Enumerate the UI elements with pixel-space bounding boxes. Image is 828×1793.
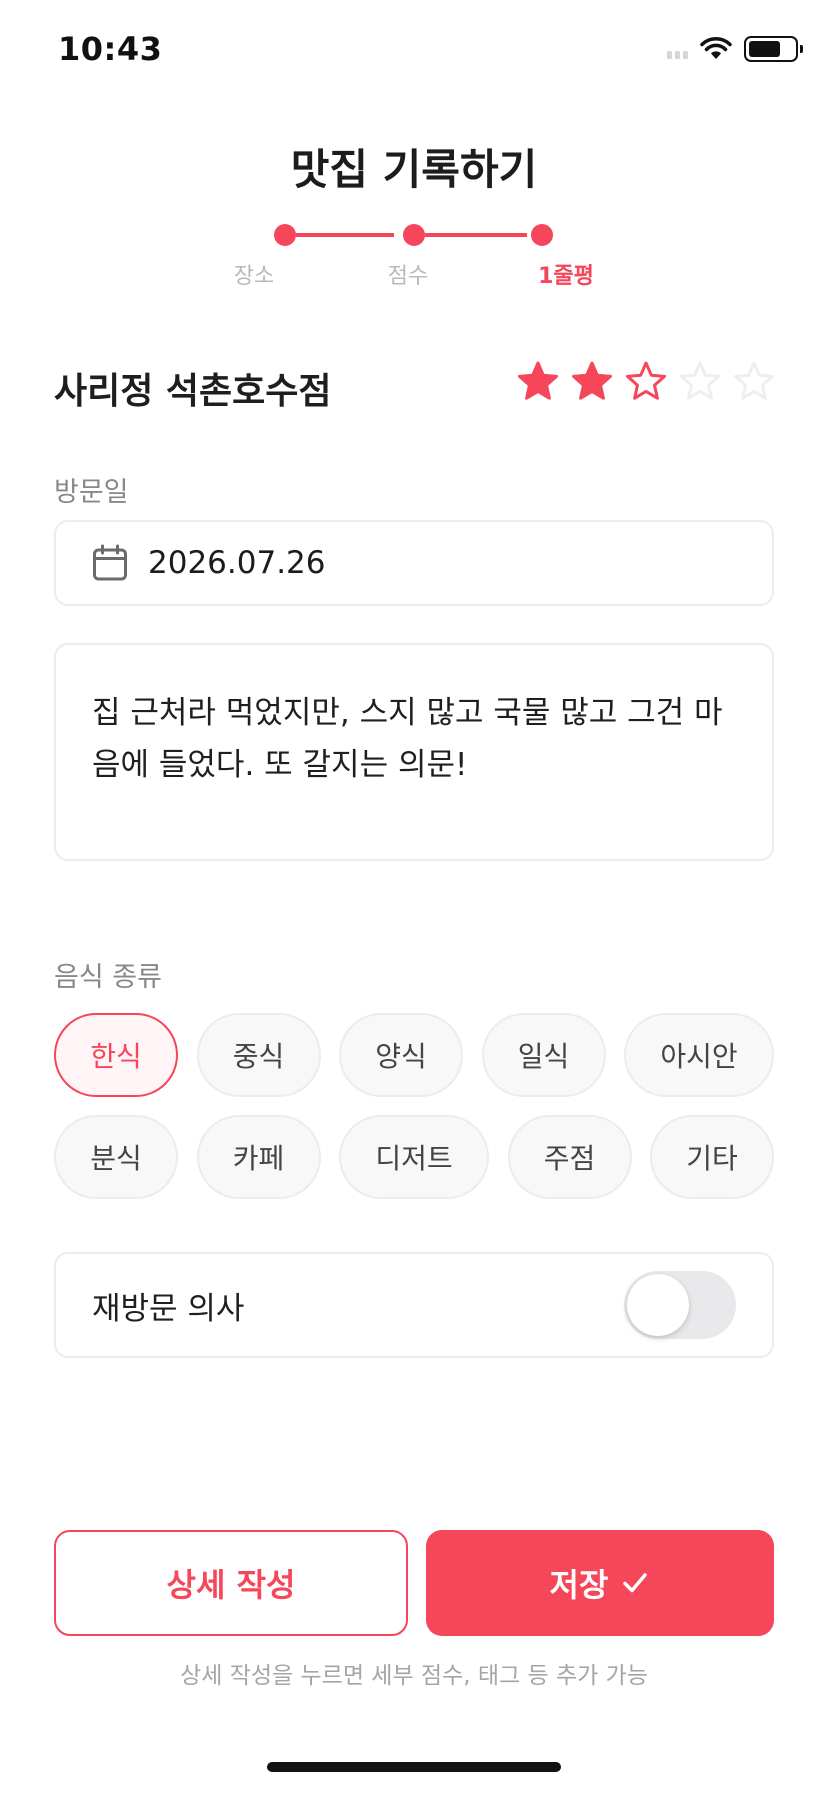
step-dot-score [403, 224, 425, 246]
wifi-icon [700, 37, 732, 59]
status-time: 10:43 [58, 30, 163, 68]
page-title: 맛집 기록하기 [290, 145, 538, 194]
step-label-score: 점수 [387, 264, 429, 289]
star-filled-icon[interactable] [570, 360, 614, 404]
detail-write-button[interactable]: 상세 작성 [54, 1530, 408, 1636]
step-connector [425, 233, 527, 237]
status-icons [667, 36, 803, 62]
star-empty-icon[interactable] [678, 360, 722, 404]
home-indicator [267, 1762, 561, 1772]
food-type-label: 음식 종류 [54, 962, 162, 993]
chip-snack[interactable]: 분식 [54, 1115, 178, 1199]
calendar-icon [93, 544, 127, 581]
save-button[interactable]: 저장 [426, 1530, 774, 1636]
status-bar: 10:43 [0, 0, 828, 100]
step-label-place: 장소 [233, 264, 275, 289]
toggle-knob [627, 1274, 689, 1336]
cellular-signal-icon [667, 39, 688, 59]
star-half-icon[interactable] [624, 360, 668, 404]
step-dot-place [274, 224, 296, 246]
chip-etc[interactable]: 기타 [650, 1115, 774, 1199]
visit-date-label: 방문일 [54, 477, 129, 508]
review-textarea[interactable]: 집 근처라 먹었지만, 스지 많고 국물 많고 그건 마음에 들었다. 또 갈지… [54, 643, 774, 861]
chip-asian[interactable]: 아시안 [624, 1013, 774, 1097]
detail-write-label: 상세 작성 [166, 1566, 296, 1604]
visit-date-value: 2026.07.26 [148, 545, 326, 581]
star-rating[interactable] [516, 360, 776, 404]
star-filled-icon[interactable] [516, 360, 560, 404]
food-type-chips: 한식 중식 양식 일식 아시안 분식 카페 디저트 주점 기타 [54, 1013, 774, 1217]
revisit-row: 재방문 의사 [54, 1252, 774, 1358]
chip-cafe[interactable]: 카페 [196, 1115, 321, 1199]
star-empty-icon[interactable] [732, 360, 776, 404]
review-text: 집 근처라 먹었지만, 스지 많고 국물 많고 그건 마음에 들었다. 또 갈지… [92, 695, 723, 783]
battery-fill [749, 41, 780, 57]
chip-bar[interactable]: 주점 [507, 1115, 632, 1199]
step-dot-review [531, 224, 553, 246]
revisit-toggle[interactable] [624, 1271, 736, 1339]
save-label: 저장 [549, 1566, 609, 1604]
battery-icon [744, 36, 803, 62]
place-name: 사리정 석촌호수점 [54, 371, 332, 412]
visit-date-field[interactable]: 2026.07.26 [54, 520, 774, 606]
step-label-review: 1줄평 [538, 264, 594, 289]
revisit-label: 재방문 의사 [92, 1290, 245, 1327]
chip-korean[interactable]: 한식 [54, 1013, 178, 1097]
chip-dessert[interactable]: 디저트 [339, 1115, 489, 1199]
checkmark-icon [623, 1573, 648, 1593]
chip-chinese[interactable]: 중식 [196, 1013, 321, 1097]
step-connector [296, 233, 394, 237]
chip-row: 분식 카페 디저트 주점 기타 [54, 1115, 774, 1199]
progress-stepper: 장소 점수 1줄평 [0, 222, 828, 292]
hint-text: 상세 작성을 누르면 세부 점수, 태그 등 추가 가능 [180, 1663, 648, 1689]
chip-western[interactable]: 양식 [339, 1013, 463, 1097]
chip-row: 한식 중식 양식 일식 아시안 [54, 1013, 774, 1097]
chip-japanese[interactable]: 일식 [481, 1013, 606, 1097]
